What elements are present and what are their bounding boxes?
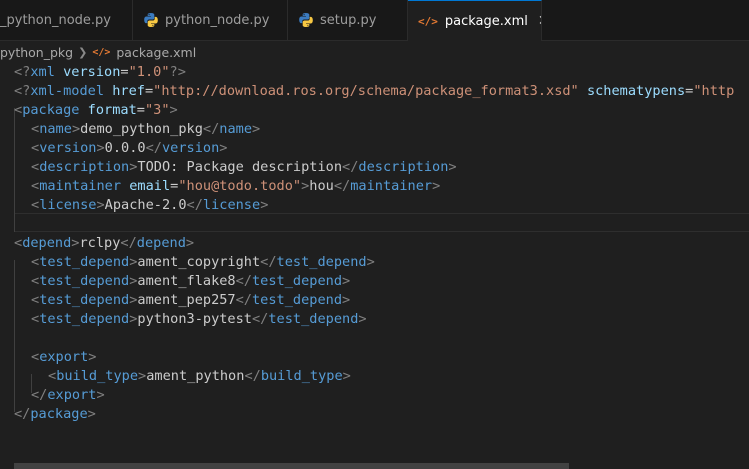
tag-test-depend: test_depend [39,254,130,270]
tab-label: package.xml [444,13,528,29]
maintainer-value: hou [309,178,334,194]
code-line-build-type: <build_type>ament_python</build_type> [48,368,351,384]
python-icon [144,13,158,27]
test-depend-value: python3-pytest [137,311,252,327]
code-line-depend: <depend>rclpy</depend> [14,235,195,251]
tag-depend-close: depend [136,235,186,251]
name-value: demo_python_pkg [80,121,203,137]
attr-schematypens: schematypens [586,83,686,99]
tag-depend: depend [22,235,72,251]
attr-format: format [87,102,137,118]
code-line-package-close: </package> [14,406,96,422]
xml-keyword: xml [30,64,55,80]
code-line-name: <name>demo_python_pkg</name> [31,121,261,137]
license-value: Apache-2.0 [104,197,187,213]
attr-format-value: "3" [144,102,170,118]
version-value: 0.0.0 [104,140,146,156]
code-line-test-depend: <test_depend>ament_pep257</test_depend> [31,292,351,308]
breadcrumb-file[interactable]: package.xml [116,45,196,60]
tag-test-depend: test_depend [39,292,130,308]
xml-file-icon: </> [92,46,111,58]
tag-test-depend-close: test_depend [252,273,343,289]
current-line-highlight [14,213,749,232]
tag-package-close: package [30,406,88,422]
tag-name: name [39,121,72,137]
tag-export: export [39,349,89,365]
tab-setup[interactable]: setup.py [288,0,408,40]
code-line-description: <description>TODO: Package description</… [31,159,457,175]
tab-python-node[interactable]: python_node.py [133,0,288,40]
code-editor[interactable]: <?xml version="1.0"?> <?xml-model href="… [0,63,749,463]
tag-export-close: export [47,387,97,403]
attr-href-value: "http://download.ros.org/schema/package_… [153,83,579,99]
indent-guide [14,260,15,374]
attr-version-value: "1.0" [128,64,170,80]
tag-maintainer: maintainer [39,178,122,194]
code-line-test-depend: <test_depend>python3-pytest</test_depend… [31,311,367,327]
test-depend-value: ament_pep257 [137,292,236,308]
build-type-value: ament_python [146,368,245,384]
breadcrumb: python_pkg ❯ </> package.xml [0,41,749,63]
tag-version-close: version [161,140,220,156]
tag-maintainer-close: maintainer [350,178,433,194]
code-line-xml-declaration: <?xml version="1.0"?> [14,64,186,80]
indent-guide [14,108,15,232]
tag-build-type-close: build_type [260,368,343,384]
tag-name-close: name [219,121,253,137]
description-value: TODO: Package description [137,159,343,175]
code-line-export-open: <export> [31,349,97,365]
tag-test-depend-close: test_depend [268,311,359,327]
attr-schematypens-value: "http [693,83,735,99]
attr-href: href [112,83,145,99]
tab-label: setup.py [320,12,377,28]
tag-test-depend-close: test_depend [252,292,343,308]
code-line-version: <version>0.0.0</version> [31,140,228,156]
code-line-maintainer: <maintainer email="hou@todo.todo">hou</m… [31,178,441,194]
tag-test-depend: test_depend [39,273,130,289]
attr-email: email [129,178,171,194]
tab-label: python_node.py [165,12,270,28]
tab-label: _python_node.py [0,12,111,28]
editor-tab-bar: _python_node.py python_node.py setup.py … [0,0,749,41]
tag-version: version [39,140,97,156]
code-line-test-depend: <test_depend>ament_copyright</test_depen… [31,254,375,270]
tag-package: package [22,102,80,118]
code-line-package-open: <package format="3"> [14,102,178,118]
tag-test-depend-close: test_depend [276,254,367,270]
code-line-export-close: </export> [31,387,105,403]
tab-python-node-truncated[interactable]: _python_node.py [0,0,133,40]
code-line-test-depend: <test_depend>ament_flake8</test_depend> [31,273,351,289]
tag-description-close: description [358,159,449,175]
xml-file-icon: </> [418,14,438,28]
xml-model-keyword: xml-model [30,83,105,99]
python-icon [299,13,313,27]
tag-description: description [39,159,130,175]
horizontal-scrollbar[interactable] [14,463,569,469]
code-line-xml-model: <?xml-model href="http://download.ros.or… [14,83,735,99]
tag-build-type: build_type [56,368,139,384]
test-depend-value: ament_flake8 [137,273,236,289]
breadcrumb-folder[interactable]: python_pkg [0,45,73,60]
tab-package-xml[interactable]: </> package.xml ✕ [408,0,542,41]
attr-version: version [63,64,121,80]
tag-test-depend: test_depend [39,311,130,327]
close-icon[interactable]: ✕ [538,13,541,29]
attr-email-value: "hou@todo.todo" [178,178,302,194]
depend-value: rclpy [79,235,121,251]
code-line-license: <license>Apache-2.0</license> [31,197,269,213]
test-depend-value: ament_copyright [137,254,261,270]
tag-license-close: license [202,197,261,213]
chevron-right-icon: ❯ [78,45,88,59]
tag-license: license [39,197,97,213]
